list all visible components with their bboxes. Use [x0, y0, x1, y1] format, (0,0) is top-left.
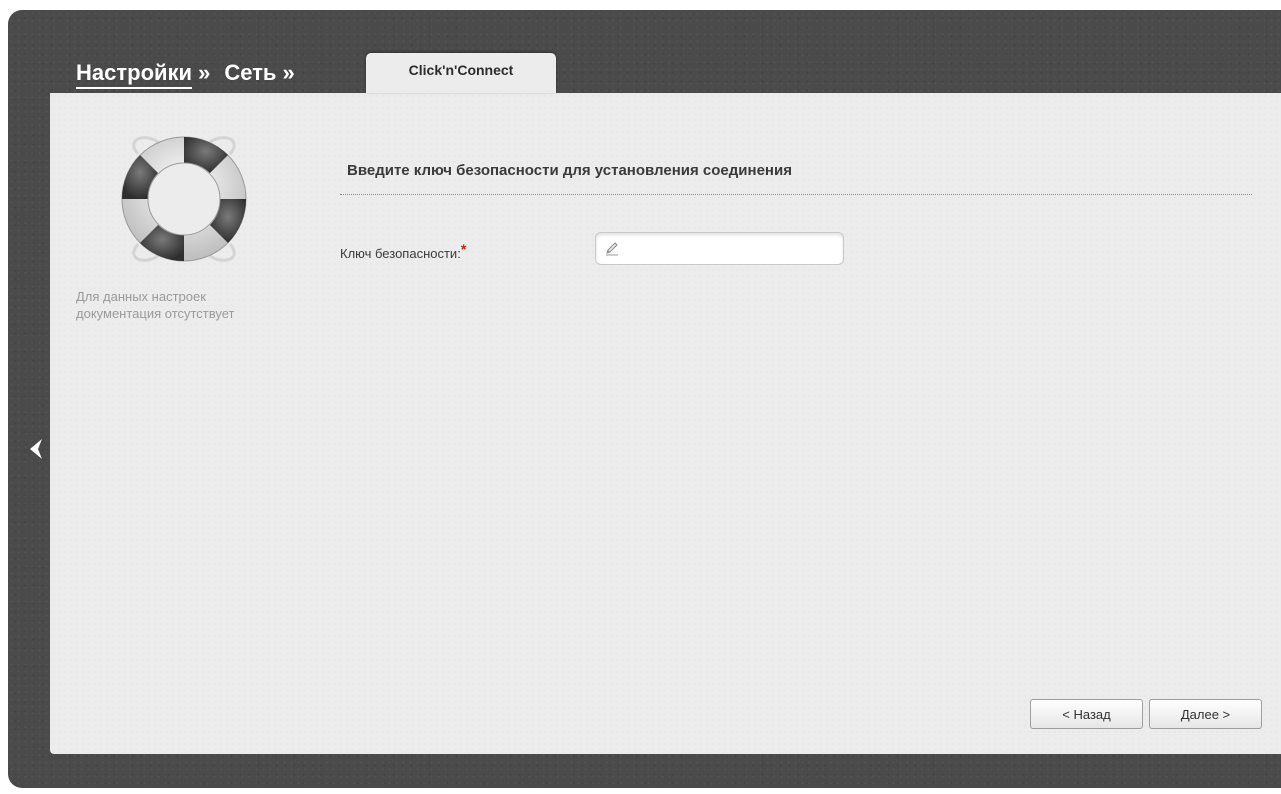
- lifebuoy-icon: [121, 136, 247, 262]
- security-key-label-text: Ключ безопасности:: [340, 246, 461, 261]
- breadcrumb: Настройки » Сеть »: [76, 60, 309, 92]
- back-button[interactable]: < Назад: [1030, 699, 1143, 729]
- help-text: Для данных настроек документация отсутст…: [76, 289, 235, 321]
- breadcrumb-settings-link[interactable]: Настройки: [76, 60, 193, 89]
- breadcrumb-separator: »: [198, 60, 211, 85]
- chevron-left-icon[interactable]: [26, 434, 46, 464]
- security-key-input[interactable]: [624, 237, 838, 262]
- breadcrumb-network-link[interactable]: Сеть: [224, 60, 276, 86]
- section-divider: [340, 194, 1252, 195]
- required-mark: *: [460, 241, 467, 257]
- next-button[interactable]: Далее >: [1149, 699, 1262, 729]
- security-key-field[interactable]: [595, 232, 844, 265]
- pencil-icon: [606, 242, 618, 256]
- section-title: Введите ключ безопасности для установлен…: [347, 162, 792, 179]
- security-key-label: Ключ безопасности:*: [340, 241, 466, 261]
- breadcrumb-separator: »: [282, 60, 295, 85]
- tab-clickn-connect[interactable]: Click'n'Connect: [366, 53, 556, 93]
